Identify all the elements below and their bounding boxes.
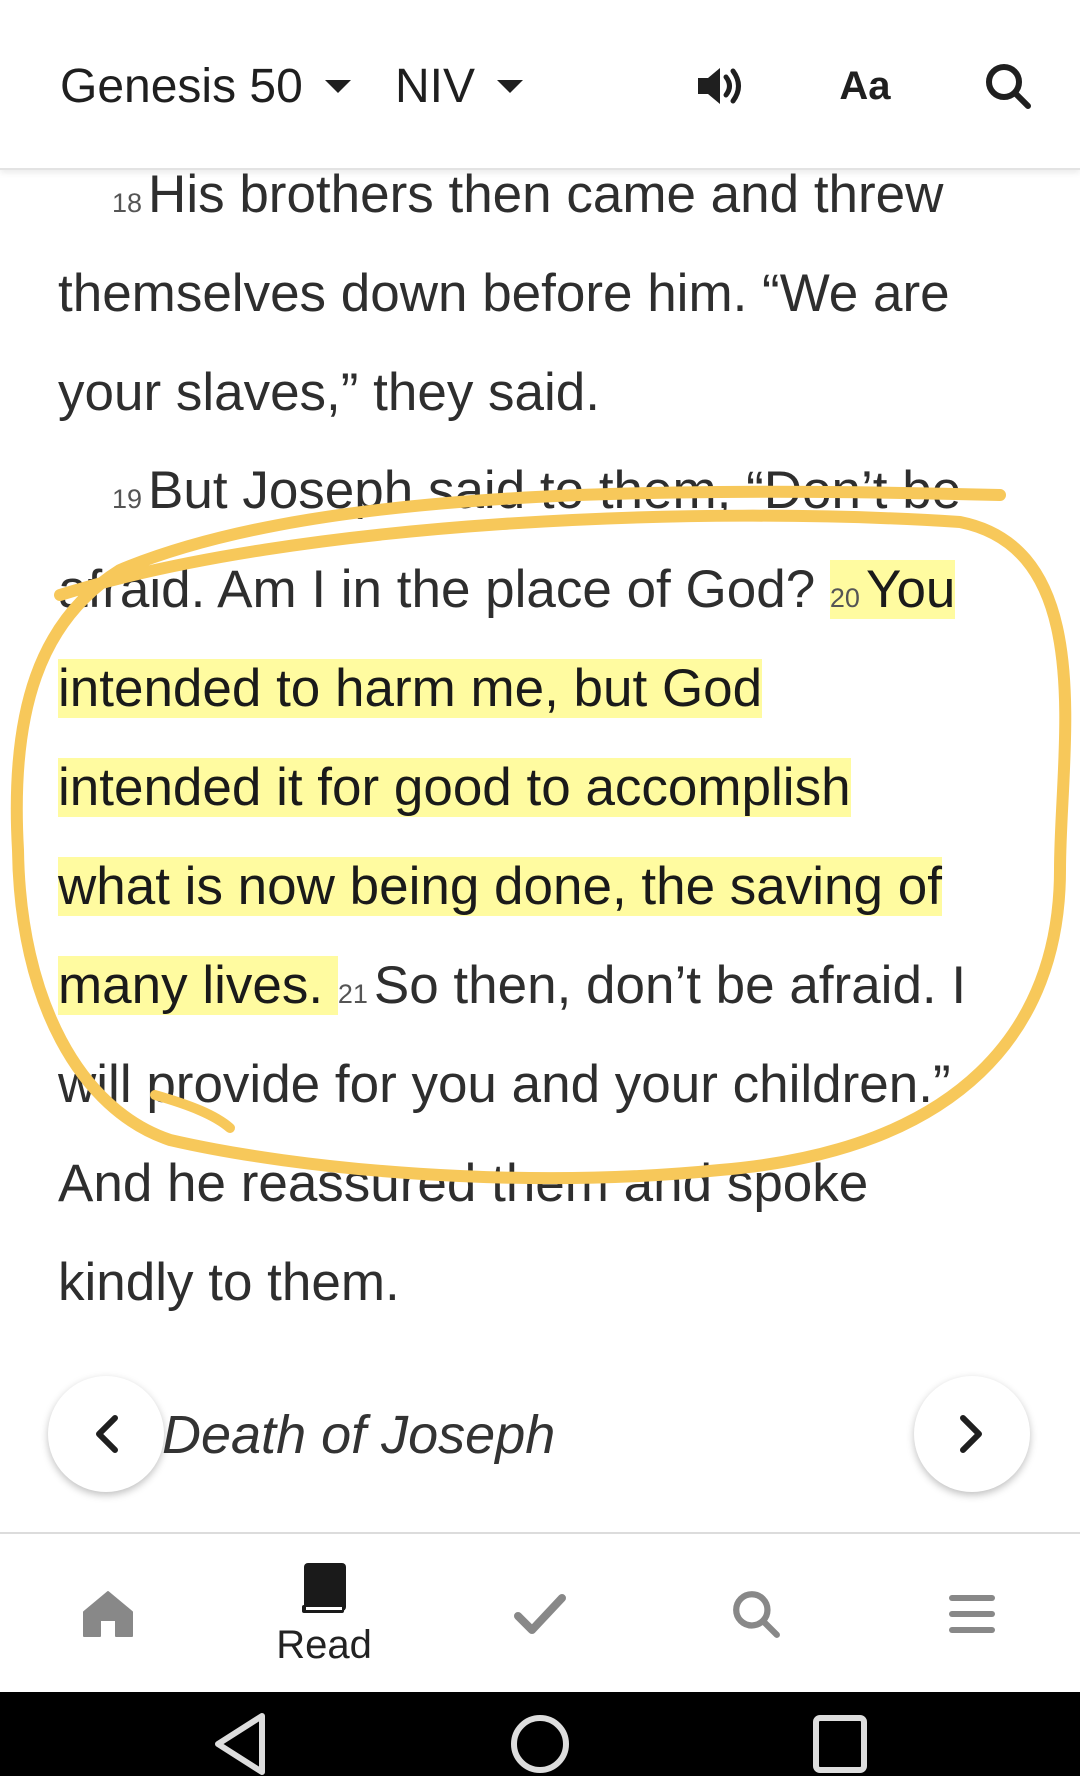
verse-18-line: themselves down before him. “We are <box>58 264 950 323</box>
highlighted-verse-text[interactable]: intended to harm me, but God <box>58 659 763 718</box>
chevron-left-icon <box>96 1415 118 1453</box>
highlighted-verse-text[interactable]: many lives. <box>58 956 338 1015</box>
home-circle-icon[interactable] <box>508 1712 572 1776</box>
verse-19-20-line: afraid. Am I in the place of God? 20 You <box>58 560 956 628</box>
verse-18-line: 18 His brothers then came and threw <box>112 165 943 233</box>
chapter-text[interactable]: 18 His brothers then came and threw thems… <box>0 150 1080 1530</box>
search-icon <box>733 1591 780 1638</box>
verse-number: 21 <box>337 979 368 1009</box>
hand-drawn-circle-annotation <box>10 485 1072 1185</box>
nav-search[interactable] <box>666 1534 846 1694</box>
nav-home[interactable] <box>18 1534 198 1694</box>
verse-18-line: your slaves,” they said. <box>58 363 601 422</box>
verse-19-line: 19 But Joseph said to them, “Don’t be <box>112 461 961 529</box>
verse-20-line: what is now being done, the saving of <box>58 857 942 917</box>
verse-21-line: And he reassured them and spoke <box>58 1154 869 1213</box>
highlighted-verse-text[interactable]: what is now being done, the saving of <box>58 857 942 916</box>
audio-icon[interactable] <box>684 50 756 122</box>
highlighted-verse-text[interactable]: 20 You <box>829 560 956 619</box>
previous-section-button[interactable] <box>48 1376 164 1492</box>
font-settings-button[interactable]: Aa <box>829 50 901 122</box>
verse-21-line: will provide for you and your children.” <box>58 1055 951 1114</box>
system-navigation-bar <box>0 1692 1080 1776</box>
caret-down-icon <box>324 79 351 93</box>
recents-icon[interactable] <box>810 1712 870 1776</box>
version-selector[interactable]: NIV <box>395 56 524 116</box>
checkmark-icon <box>514 1594 566 1634</box>
book-chapter-label: Genesis 50 <box>60 59 303 113</box>
top-app-bar: Genesis 50 NIV Aa <box>0 0 1080 170</box>
caret-down-icon <box>497 79 524 93</box>
verse-text: But Joseph said to them, “Don’t be <box>148 461 962 520</box>
verse-text: You <box>865 560 956 619</box>
home-icon <box>83 1591 133 1637</box>
highlighted-verse-text[interactable]: intended it for good to accomplish <box>58 758 851 817</box>
verse-number: 19 <box>112 484 143 514</box>
verse-20-21-line: many lives. 21 So then, don’t be afraid. … <box>58 956 966 1024</box>
verse-number: 18 <box>112 188 143 218</box>
search-icon[interactable] <box>972 50 1044 122</box>
chevron-right-icon <box>960 1415 982 1453</box>
book-icon <box>302 1562 346 1613</box>
version-label: NIV <box>395 59 476 113</box>
menu-icon <box>949 1595 995 1633</box>
verse-21-line: kindly to them. <box>58 1253 400 1312</box>
nav-read-label: Read <box>276 1622 372 1667</box>
next-section-button[interactable] <box>914 1376 1030 1492</box>
verse-text: His brothers then came and threw <box>148 165 944 224</box>
book-chapter-selector[interactable]: Genesis 50 <box>60 56 351 116</box>
verse-number: 20 <box>829 583 860 613</box>
verse-20-line: intended it for good to accomplish <box>58 758 851 818</box>
verse-text: So then, don’t be afraid. I <box>373 956 967 1015</box>
back-icon[interactable] <box>210 1712 270 1776</box>
nav-menu[interactable] <box>882 1534 1062 1694</box>
nav-plans[interactable] <box>450 1534 630 1694</box>
nav-read[interactable]: Read <box>234 1534 414 1694</box>
section-title: Death of Joseph <box>162 1405 556 1465</box>
bottom-navigation: Read <box>0 1532 1080 1694</box>
verse-20-line: intended to harm me, but God <box>58 659 763 719</box>
verse-text: afraid. Am I in the place of God? <box>58 560 816 619</box>
